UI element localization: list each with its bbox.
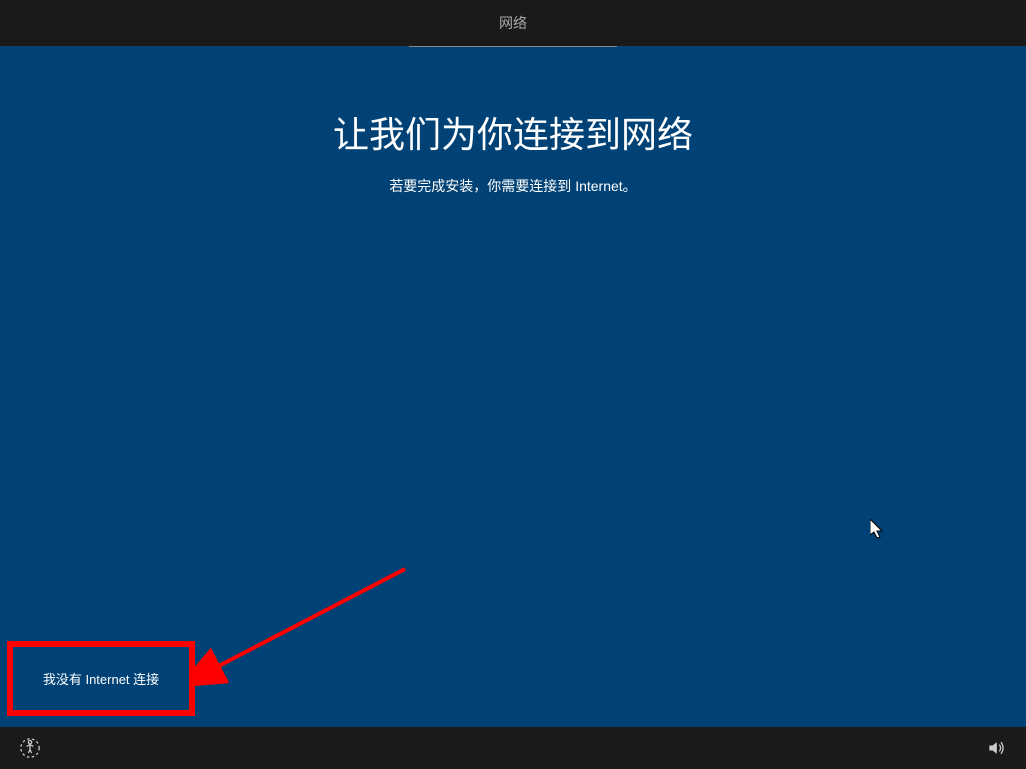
mouse-cursor	[870, 519, 886, 541]
tab-underline	[409, 46, 617, 47]
main-content: 让我们为你连接到网络 若要完成安装，你需要连接到 Internet。	[0, 46, 1026, 196]
volume-button[interactable]	[982, 734, 1010, 762]
tab-label: 网络	[499, 15, 527, 31]
page-title: 让我们为你连接到网络	[0, 106, 1026, 158]
no-internet-button-label: 我没有 Internet 连接	[43, 669, 159, 688]
tab-network[interactable]: 网络	[409, 0, 617, 47]
accessibility-button[interactable]	[16, 734, 44, 762]
annotation-arrow	[195, 559, 415, 699]
volume-icon	[986, 738, 1006, 758]
accessibility-icon	[20, 738, 40, 758]
top-bar: 网络	[0, 0, 1026, 46]
bottom-bar	[0, 727, 1026, 769]
page-subtitle: 若要完成安装，你需要连接到 Internet。	[0, 176, 1026, 196]
no-internet-button[interactable]: 我没有 Internet 连接	[12, 646, 190, 711]
